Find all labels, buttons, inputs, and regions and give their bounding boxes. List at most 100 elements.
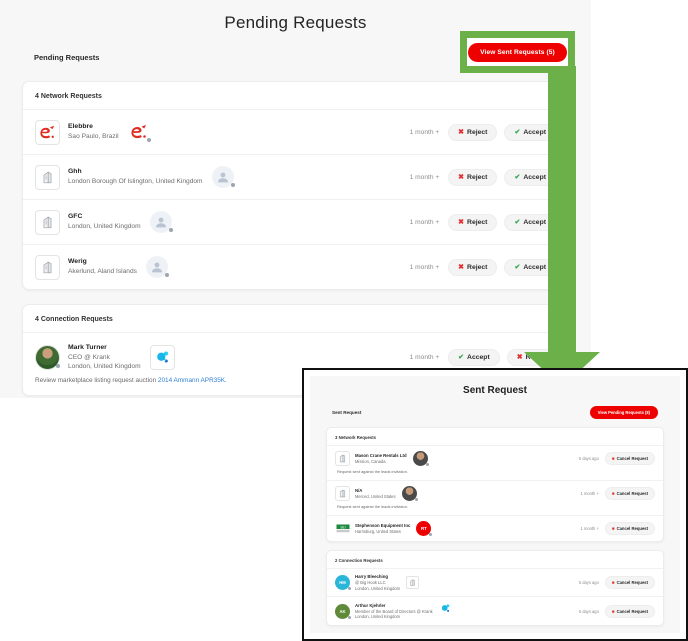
request-time: 5 days ago [578,580,599,586]
view-sent-requests-button[interactable]: View Sent Requests (5) [468,42,567,62]
company-location: London, United Kingdom [68,223,141,231]
company-name: Stephenson Equipment Inc [355,522,411,528]
network-requests-card: 4 Network Requests Elebbre Sao Paulo, Br… [22,81,569,290]
table-row[interactable]: Ghh London Borough Of Islington, United … [23,154,568,199]
company-location: Sao Paulo, Brazil [68,133,119,141]
request-time: 1 month + [409,354,440,361]
accept-button[interactable]: ✔ Accept [448,349,500,366]
reject-label: Reject [467,218,488,226]
person-location: London, United Kingdom [355,585,401,591]
avatar [412,451,429,466]
company-location: Merced, United States [355,493,396,499]
request-message-text: Review marketplace listing request aucti… [35,377,158,384]
request-time: 1 month + [580,491,599,496]
company-logo-placeholder [35,254,60,280]
person-name: Mark Turner [68,344,107,352]
annotated-screenshot: Pending Requests Pending Requests 4 Netw… [0,0,688,641]
request-time: 1 month + [409,263,440,271]
reject-button[interactable]: ✖ Reject [448,168,498,186]
person-location: London, United Kingdom [68,363,141,371]
cancel-label: Cancel Request [616,608,648,614]
request-time: 1 month + [580,526,599,531]
avatar-initials: HM [335,575,351,591]
company-location: Harrisburg, United States [355,528,401,534]
cancel-request-button[interactable]: ■ Cancel Request [604,487,655,500]
inset-subbar-label: Sent Request [332,410,362,415]
sent-request-screen: Sent Request Sent Request View Pending R… [302,368,688,641]
company-logo-placeholder [35,209,60,235]
avatar [401,486,418,501]
table-row[interactable]: Werig Akerlund, Aland Islands 1 month + [23,244,568,289]
cancel-request-button[interactable]: ■ Cancel Request [604,522,655,535]
inset-network-requests-card: 3 Network Requests Mason Crane Rentals L… [326,427,664,542]
cancel-icon: ■ [611,526,615,531]
request-time: 1 month + [409,128,440,136]
list-item[interactable]: SEI Stephenson Equipment Inc Harrisburg,… [327,515,663,541]
table-row[interactable]: Elebbre Sao Paulo, Brazil 1 month + ✖ Re… [23,109,568,154]
company-name: Elebbre [68,123,93,131]
view-pending-requests-button[interactable]: View Pending Requests (8) [589,406,658,419]
request-time: 1 month + [409,173,440,181]
person-title: CEO @ Krank [68,353,110,361]
inset-page-title: Sent Request [463,385,527,396]
company-logo-stephenson: SEI [335,521,350,536]
reject-label: Reject [467,173,488,181]
row-actions: ✖ Reject ✔ Accept [448,213,556,231]
reject-icon: ✖ [516,354,523,361]
company-logo-placeholder [335,451,350,466]
cancel-icon: ■ [611,456,615,461]
cancel-icon: ■ [611,608,615,614]
request-note: Request sent against the leads invitatio… [337,504,408,509]
cancel-request-button[interactable]: ■ Cancel Request [604,576,655,590]
inset-subbar: Sent Request View Pending Requests (8) [310,396,680,419]
svg-text:SEI: SEI [340,525,345,529]
company-name: Werig [68,258,87,266]
requester-avatar [127,121,150,143]
list-item[interactable]: Mason Crane Rentals Ltd Mission, Canada … [327,445,663,480]
reject-button[interactable]: ✖ Reject [448,123,498,141]
company-logo-placeholder [335,486,350,501]
company-location: Mission, Canada [355,458,386,464]
company-location: Akerlund, Aland Islands [68,268,137,276]
listing-link[interactable]: 2014 Ammann APR35K. [158,377,227,384]
accept-label: Accept [523,263,546,271]
company-logo-placeholder [406,576,420,590]
company-logo-placeholder [35,164,60,190]
cancel-label: Cancel Request [616,456,648,461]
avatar-initials: AK [335,603,351,619]
company-logo-elebbre [35,119,60,145]
cancel-label: Cancel Request [616,580,648,586]
company-location: London Borough Of Islington, United King… [68,178,203,186]
accept-label: Accept [523,128,546,136]
inset-network-header: 3 Network Requests [335,435,377,440]
row-actions: ✖ Reject ✔ Accept [448,168,556,186]
reject-icon: ✖ [458,173,465,181]
subbar-label: Pending Requests [34,52,100,62]
cancel-label: Cancel Request [616,491,648,496]
row-actions: ✖ Reject ✔ Accept [448,258,556,276]
cancel-label: Cancel Request [616,526,648,531]
requester-avatar [145,256,168,278]
reject-button[interactable]: ✖ Reject [448,258,498,276]
list-item[interactable]: HM Harry Bleeching @ Big Hook LLC London… [327,568,663,596]
company-name: Ghh [68,168,82,176]
inset-connection-header: 2 Connection Requests [335,558,383,563]
cancel-request-button[interactable]: ■ Cancel Request [604,604,655,618]
cancel-icon: ■ [611,580,615,586]
avatar [35,345,60,370]
krank-logo [149,345,175,370]
company-name: GFC [68,213,83,221]
accept-icon: ✔ [514,128,521,136]
person-location: London, United Kingdom [355,614,401,620]
requester-avatar [211,166,234,188]
list-item[interactable]: AK Arthur Kjehrler Member of the Board o… [327,596,663,625]
accept-label: Accept [523,173,546,181]
reject-button[interactable]: ✖ Reject [448,213,498,231]
list-item[interactable]: N/A Merced, United States 1 month + ■ Ca… [327,480,663,515]
reject-icon: ✖ [458,218,465,226]
annotation-arrow-shaft [548,66,576,362]
inset-connection-requests-card: 2 Connection Requests HM Harry Bleeching… [326,550,664,627]
cancel-icon: ■ [611,491,615,496]
table-row[interactable]: GFC London, United Kingdom 1 month + ✖ R… [23,199,568,244]
cancel-request-button[interactable]: ■ Cancel Request [604,452,655,465]
